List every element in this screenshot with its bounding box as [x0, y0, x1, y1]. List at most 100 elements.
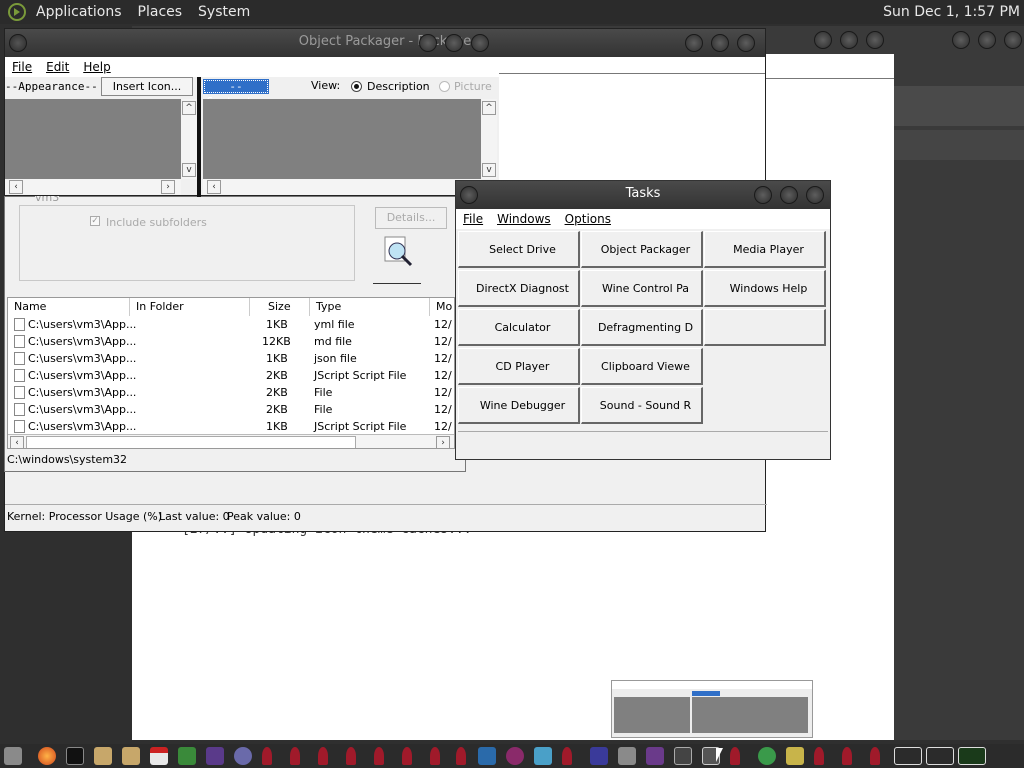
gnome-foot-icon[interactable] [8, 3, 26, 21]
globe-icon[interactable] [234, 747, 252, 765]
scroll-left-icon[interactable]: ‹ [207, 180, 221, 194]
workspace-2-icon[interactable] [926, 747, 954, 765]
window-menu-icon[interactable] [9, 34, 27, 52]
workspace-1-icon[interactable] [894, 747, 922, 765]
object-packager-icon[interactable] [674, 747, 692, 765]
monitor-icon[interactable] [590, 747, 608, 765]
close-icon[interactable] [471, 34, 489, 52]
wine-glass-icon[interactable] [870, 747, 880, 765]
notepad-icon[interactable] [534, 747, 552, 765]
minimize-icon[interactable] [685, 34, 703, 52]
wine-glass-icon[interactable] [456, 747, 466, 765]
clock[interactable]: Sun Dec 1, 1:57 PM [883, 4, 1020, 20]
task-object-packager[interactable]: Object Packager [581, 231, 703, 268]
wine-app-icon[interactable] [206, 747, 224, 765]
workspace-3-icon[interactable] [958, 747, 986, 765]
wine-glass-icon[interactable] [318, 747, 328, 765]
insert-icon-button[interactable]: Insert Icon... [101, 77, 193, 96]
calendar-icon[interactable] [150, 747, 168, 765]
wine-glass-icon[interactable] [430, 747, 440, 765]
tasks-window: Tasks File Windows Options Select Drive … [455, 180, 831, 460]
appearance-pane[interactable] [5, 99, 181, 179]
window-menu-icon[interactable] [460, 186, 478, 204]
menu-edit[interactable]: Edit [39, 60, 76, 74]
task-calculator[interactable]: Calculator [458, 309, 580, 346]
task-wine-debugger[interactable]: Wine Debugger [458, 387, 580, 424]
spreadsheet-icon[interactable] [178, 747, 196, 765]
content-vscroll[interactable]: ^ v [481, 99, 497, 179]
menu-file[interactable]: File [456, 212, 490, 226]
cd-player-icon[interactable] [506, 747, 524, 765]
scroll-left-icon[interactable]: ‹ [9, 180, 23, 194]
wine-glass-icon[interactable] [290, 747, 300, 765]
wine-glass-icon[interactable] [262, 747, 272, 765]
appearance-vscroll[interactable]: ^ v [181, 99, 197, 179]
view-description-radio[interactable] [351, 81, 362, 92]
task-wine-control-panel[interactable]: Wine Control Pa [581, 270, 703, 307]
task-clipboard-viewer[interactable]: Clipboard Viewe [581, 348, 703, 385]
wine-glass-icon[interactable] [730, 747, 740, 765]
show-desktop-icon[interactable] [4, 747, 22, 765]
image-viewer-icon[interactable] [646, 747, 664, 765]
maximize-icon[interactable] [780, 186, 798, 204]
wine-glass-icon[interactable] [402, 747, 412, 765]
task-windows-help[interactable]: Windows Help [704, 270, 826, 307]
wine-glass-icon[interactable] [814, 747, 824, 765]
scroll-right-icon[interactable]: › [161, 180, 175, 194]
divider [499, 73, 765, 74]
menu-help[interactable]: Help [76, 60, 117, 74]
menu-applications[interactable]: Applications [28, 4, 130, 20]
wine-glass-icon[interactable] [562, 747, 572, 765]
minimize-icon[interactable] [814, 31, 832, 49]
close-icon[interactable] [737, 34, 755, 52]
content-pane[interactable] [203, 99, 481, 179]
content-hscroll[interactable]: ‹ [203, 179, 481, 195]
calculator-icon[interactable] [478, 747, 496, 765]
folder-icon[interactable] [94, 747, 112, 765]
folder-icon[interactable] [122, 747, 140, 765]
close-icon[interactable] [866, 31, 884, 49]
scroll-up-icon[interactable]: ^ [482, 101, 496, 115]
scroll-down-icon[interactable]: v [182, 163, 196, 177]
menu-options[interactable]: Options [558, 212, 618, 226]
view-picture-radio[interactable] [439, 81, 450, 92]
task-defragmenting[interactable]: Defragmenting D [581, 309, 703, 346]
media-player-icon[interactable] [758, 747, 776, 765]
speaker-icon[interactable] [786, 747, 804, 765]
close-icon[interactable] [806, 186, 824, 204]
minimize-icon[interactable] [952, 31, 970, 49]
task-select-drive[interactable]: Select Drive [458, 231, 580, 268]
packager-titlebar[interactable]: Object Packager - Package [5, 29, 765, 57]
minimize-icon[interactable] [754, 186, 772, 204]
appearance-hscroll[interactable]: ‹ › [5, 179, 181, 195]
pane-divider[interactable] [197, 77, 201, 197]
wine-glass-icon[interactable] [374, 747, 384, 765]
tasks-menubar: File Windows Options [456, 209, 830, 229]
task-media-player[interactable]: Media Player [704, 231, 826, 268]
task-empty[interactable] [704, 309, 826, 346]
task-cd-player[interactable]: CD Player [458, 348, 580, 385]
wine-glass-icon[interactable] [842, 747, 852, 765]
maximize-icon[interactable] [840, 31, 858, 49]
close-icon[interactable] [1004, 31, 1022, 49]
maximize-icon[interactable] [445, 34, 463, 52]
menu-system[interactable]: System [190, 4, 258, 20]
task-directx-diagnostic[interactable]: DirectX Diagnost [458, 270, 580, 307]
tasks-titlebar[interactable]: Tasks [456, 181, 830, 209]
wine-glass-icon[interactable] [346, 747, 356, 765]
menu-windows[interactable]: Windows [490, 212, 558, 226]
menu-file[interactable]: File [5, 60, 39, 74]
firefox-icon[interactable] [38, 747, 56, 765]
maximize-icon[interactable] [978, 31, 996, 49]
terminal-icon[interactable] [66, 747, 84, 765]
menu-places[interactable]: Places [130, 4, 191, 20]
task-sound-recorder[interactable]: Sound - Sound R [581, 387, 703, 424]
window-thumbnail[interactable] [611, 680, 813, 738]
packager-right-area [499, 57, 765, 195]
content-label[interactable]: --Content-- [203, 79, 269, 108]
maximize-icon[interactable] [711, 34, 729, 52]
minimize-icon[interactable] [419, 34, 437, 52]
clipboard-icon[interactable] [618, 747, 636, 765]
scroll-up-icon[interactable]: ^ [182, 101, 196, 115]
scroll-down-icon[interactable]: v [482, 163, 496, 177]
